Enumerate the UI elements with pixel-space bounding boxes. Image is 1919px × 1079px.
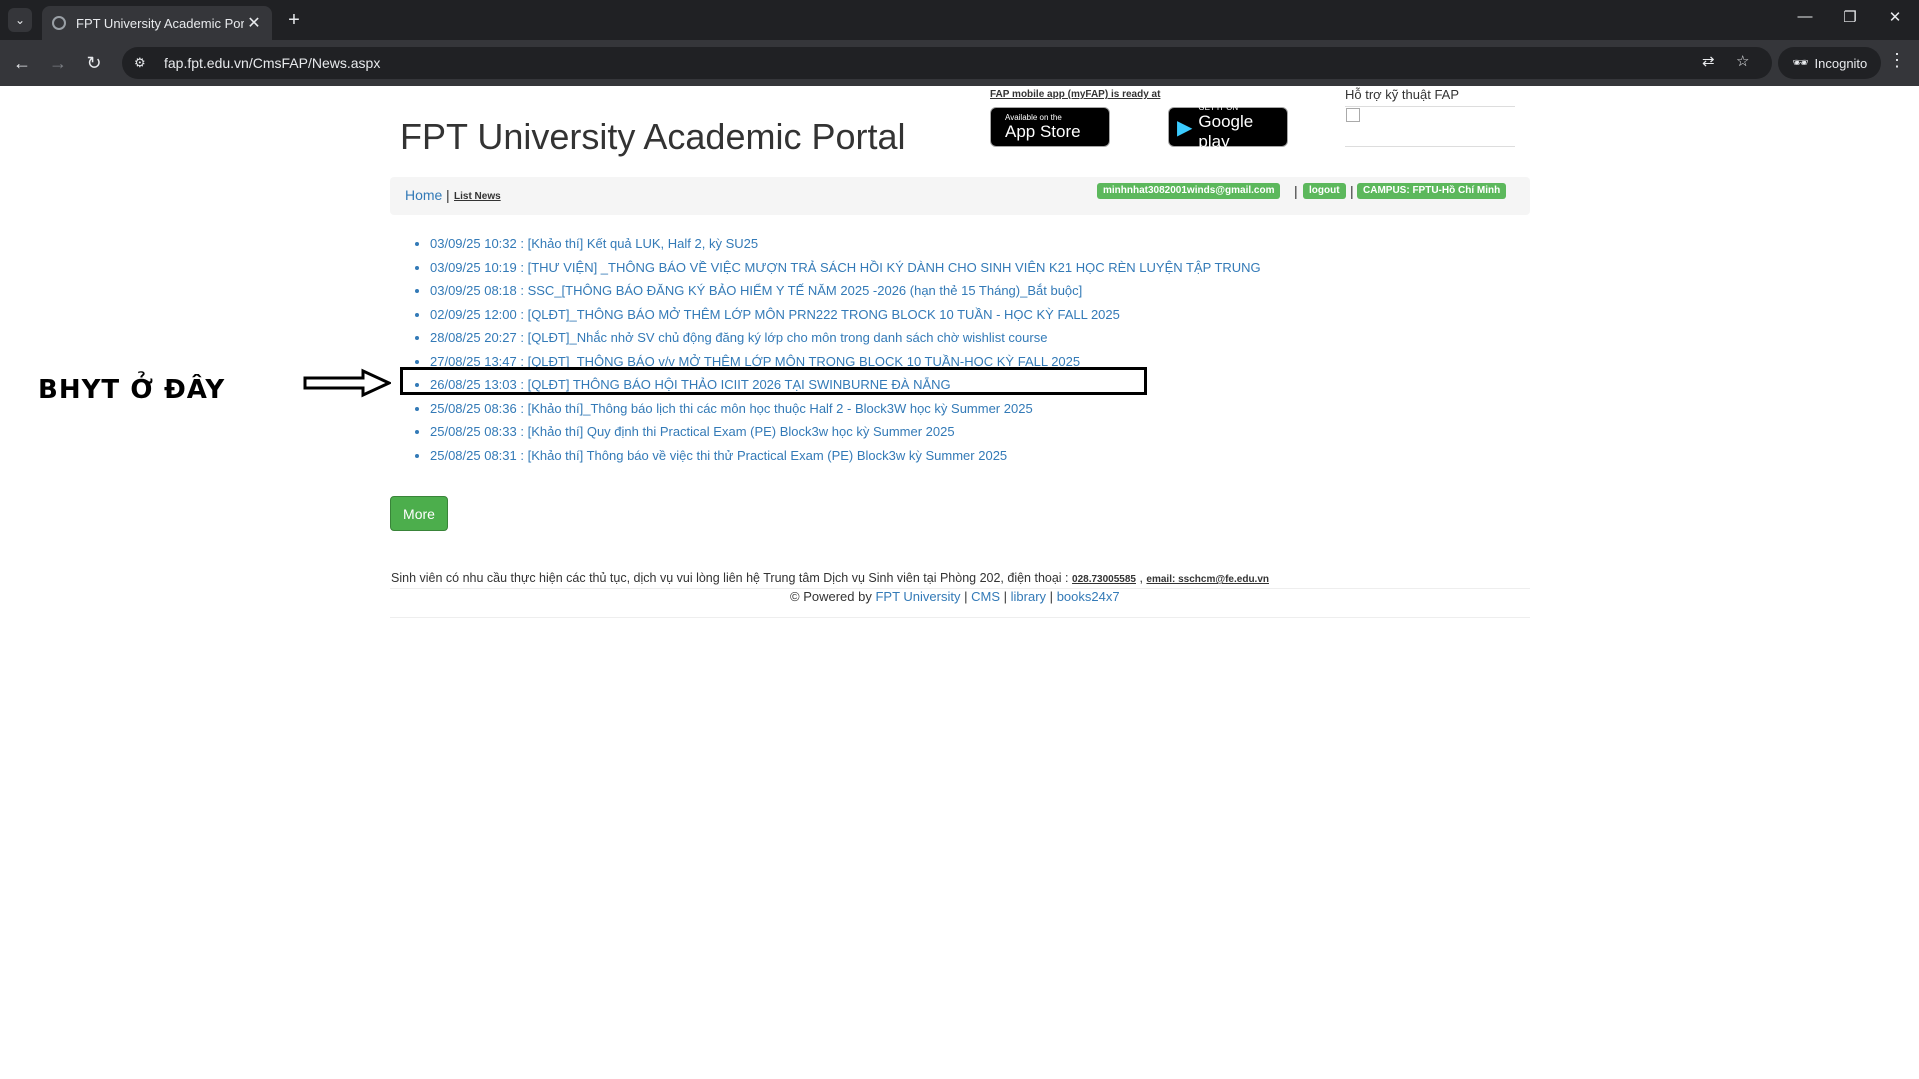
page-title: FPT University Academic Portal [400,116,906,157]
new-tab-plus-icon[interactable]: + [282,8,306,32]
footer-separator: | [1049,589,1054,604]
google-play-button[interactable]: ▶ GET IT ON Google play [1168,103,1288,151]
address-bar[interactable]: ⚙ fap.fpt.edu.vn/CmsFAP/News.aspx ⇄ ☆ [122,47,1772,79]
site-info-icon[interactable]: ⚙ [134,55,154,71]
app-store-big-text: App Store [1005,121,1081,141]
window-close-icon[interactable]: ✕ [1880,8,1910,26]
tab-title: FPT University Academic Portal [76,15,244,31]
books24x7-link[interactable]: books24x7 [1057,589,1120,604]
news-item[interactable]: 03/09/25 10:19 : [THƯ VIỆN] _THÔNG BÁO V… [430,259,1261,283]
google-play-big-text: Google play [1198,111,1254,151]
footer-powered-by: © Powered by FPT University | CMS | libr… [790,589,1120,604]
fpt-university-link[interactable]: FPT University [875,589,960,604]
close-icon[interactable]: ✕ [244,13,264,33]
news-item[interactable]: 02/09/25 12:00 : [QLĐT]_THÔNG BÁO MỞ THÊ… [430,306,1261,330]
browser-tab[interactable]: FPT University Academic Portal ✕ [42,6,272,40]
back-arrow-icon[interactable]: ← [9,50,35,76]
news-item[interactable]: 25/08/25 08:33 : [Khảo thí] Quy định thi… [430,423,1261,447]
tab-search-chevron-icon[interactable]: ⌄ [8,8,32,32]
breadcrumb-separator: | [1294,183,1298,199]
annotation-highlight-box [400,367,1147,395]
news-item[interactable]: 03/09/25 08:18 : SSC_[THÔNG BÁO ĐĂNG KÝ … [430,282,1261,306]
footer-phone-link[interactable]: 028.73005585 [1072,574,1136,585]
breadcrumb-home-link[interactable]: Home [405,187,442,203]
google-play-icon: ▶ [1177,116,1193,139]
news-item[interactable]: 28/08/25 20:27 : [QLĐT]_Nhắc nhở SV chủ … [430,329,1261,353]
forward-arrow-icon[interactable]: → [45,50,71,76]
footer-contact-text: Sinh viên có nhu cầu thực hiện các thủ t… [391,571,1069,585]
logout-button[interactable]: logout [1303,183,1346,199]
breadcrumb-current[interactable]: List News [454,191,501,202]
browser-tab-bar: ⌄ FPT University Academic Portal ✕ + — ❐… [0,0,1919,40]
breadcrumb-separator: | [446,187,450,203]
footer-separator: | [964,589,968,604]
cms-link[interactable]: CMS [971,589,1000,604]
url-text: fap.fpt.edu.vn/CmsFAP/News.aspx [164,55,381,71]
reload-icon[interactable]: ↻ [81,50,107,76]
news-item[interactable]: 03/09/25 10:32 : [Khảo thí] Kết quả LUK,… [430,235,1261,259]
news-item[interactable]: 25/08/25 08:31 : [Khảo thí] Thông báo về… [430,447,1261,471]
powered-by-text: © Powered by [790,589,872,604]
user-email-badge[interactable]: minhnhat3082001winds@gmail.com [1097,183,1281,199]
google-play-small-text: GET IT ON [1198,102,1239,112]
footer-separator: | [1003,589,1008,604]
annotation-label: BHYT Ở ĐÂY [38,375,226,405]
news-list: 03/09/25 10:32 : [Khảo thí] Kết quả LUK,… [430,235,1261,470]
app-store-button[interactable]: Available on the App Store [990,107,1110,147]
broken-image-icon [1346,108,1360,122]
more-menu-icon[interactable]: ⋮ [1888,50,1906,71]
minimize-icon[interactable]: — [1790,8,1820,25]
restore-icon[interactable]: ❐ [1835,8,1865,26]
divider [1345,146,1515,147]
bookmark-star-icon[interactable]: ☆ [1736,52,1749,70]
footer-comma: , [1136,571,1147,585]
page-content: BHYT Ở ĐÂY FPT University Academic Porta… [0,86,1919,1079]
more-button[interactable]: More [390,496,448,531]
incognito-label: Incognito [1814,55,1868,71]
globe-icon [52,16,66,30]
translate-icon[interactable]: ⇄ [1702,52,1715,70]
library-link[interactable]: library [1011,589,1046,604]
news-item[interactable]: 25/08/25 08:36 : [Khảo thí]_Thông báo lị… [430,400,1261,424]
browser-toolbar: ← → ↻ ⚙ fap.fpt.edu.vn/CmsFAP/News.aspx … [0,40,1919,86]
divider [390,617,1530,618]
divider [1345,106,1515,107]
footer-email-link[interactable]: email: sschcm@fe.edu.vn [1146,574,1269,585]
annotation-arrow-icon [303,368,391,398]
incognito-indicator[interactable]: 🕶 Incognito [1778,47,1882,79]
breadcrumb-separator: | [1350,183,1354,199]
support-label: Hỗ trợ kỹ thuật FAP [1345,87,1460,102]
breadcrumb: Home | List News minhnhat3082001winds@gm… [390,177,1530,215]
footer-contact: Sinh viên có nhu cầu thực hiện các thủ t… [391,571,1269,585]
app-store-small-text: Available on the [1005,112,1062,122]
campus-badge[interactable]: CAMPUS: FPTU-Hồ Chí Minh [1357,183,1507,199]
incognito-icon: 🕶 [1792,55,1809,70]
mobile-app-link[interactable]: FAP mobile app (myFAP) is ready at [990,89,1160,100]
